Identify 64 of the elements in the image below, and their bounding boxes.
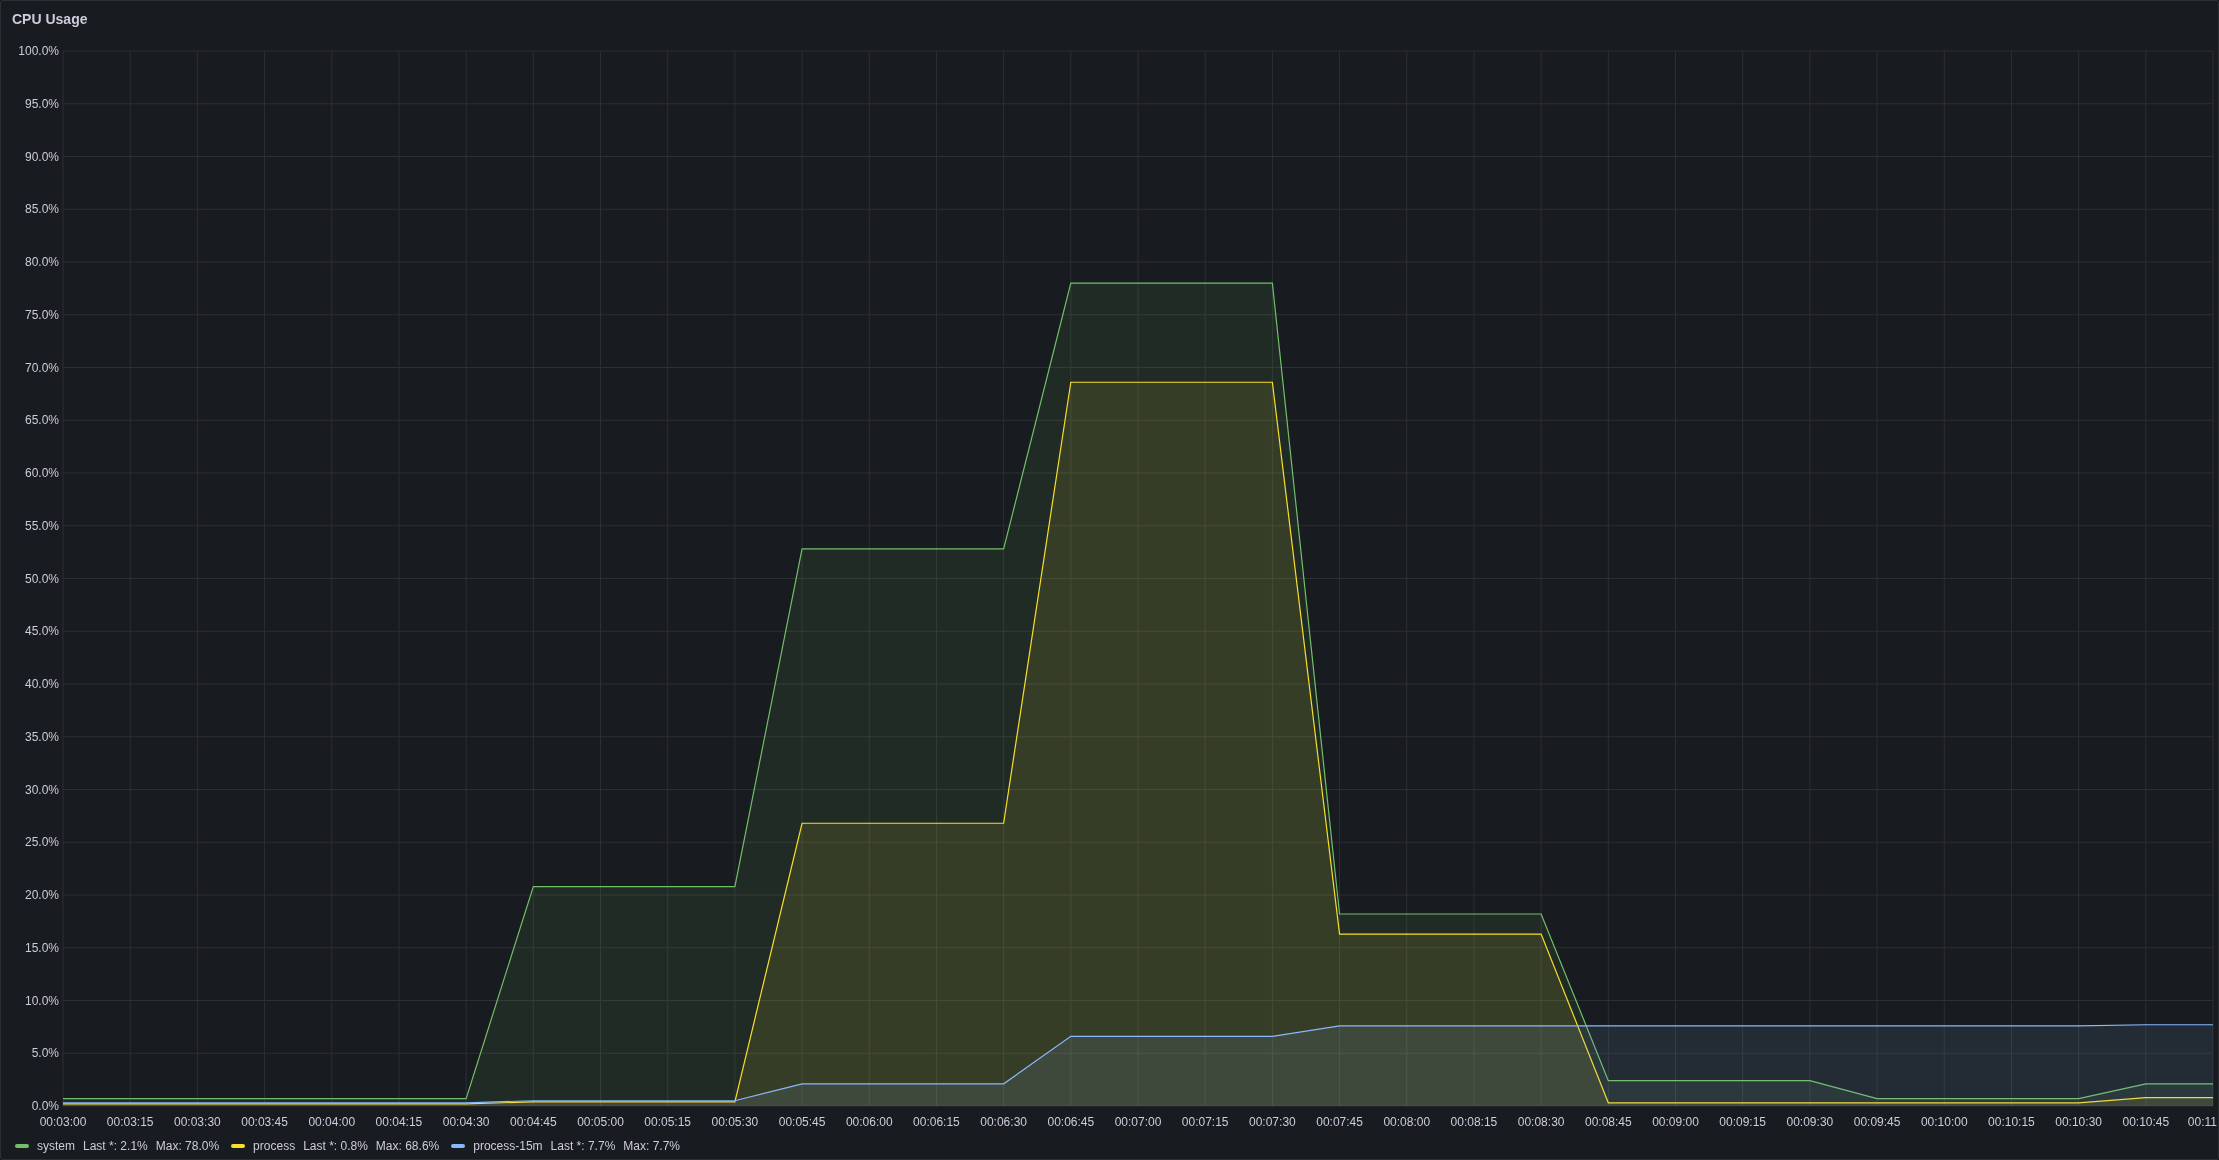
x-axis-label: 00:03:15 xyxy=(106,1115,154,1129)
legend-last-value: Last *: 0.8% xyxy=(303,1139,368,1153)
x-axis-label: 00:09:45 xyxy=(1853,1115,1901,1129)
y-axis-label: 75.0% xyxy=(24,307,59,322)
x-axis-label: 00:05:30 xyxy=(711,1115,759,1129)
x-axis-label: 00:07:15 xyxy=(1181,1115,1229,1129)
x-axis-label: 00:10:00 xyxy=(1920,1115,1968,1129)
x-axis-label: 00:10:45 xyxy=(2122,1115,2170,1129)
x-axis-label: 00:04:45 xyxy=(509,1115,557,1129)
x-axis-label: 00:09:00 xyxy=(1652,1115,1699,1129)
y-axis-label: 70.0% xyxy=(24,360,59,375)
x-axis-label: 00:07:45 xyxy=(1316,1115,1363,1129)
y-axis-label: 55.0% xyxy=(24,518,59,533)
y-axis-label: 0.0% xyxy=(31,1099,59,1113)
x-axis-label: 00:06:15 xyxy=(913,1115,960,1129)
y-axis-label: 10.0% xyxy=(24,993,59,1008)
legend-last-value: Last *: 7.7% xyxy=(550,1139,616,1153)
x-axis-label: 00:09:15 xyxy=(1719,1115,1767,1129)
x-axis-label: 00:03:45 xyxy=(241,1115,288,1129)
x-axis-label: 00:10:15 xyxy=(1988,1115,2035,1129)
y-axis-label: 90.0% xyxy=(24,149,59,164)
y-axis-label: 45.0% xyxy=(24,624,59,639)
y-axis-label: 60.0% xyxy=(24,466,59,480)
legend-max-value: Max: 68.6% xyxy=(375,1139,440,1153)
x-axis-label: 00:07:00 xyxy=(1114,1115,1162,1129)
y-axis-label: 20.0% xyxy=(24,888,59,902)
legend-max-value: Max: 7.7% xyxy=(623,1139,680,1153)
x-axis-label: 00:04:15 xyxy=(375,1115,423,1129)
y-axis-label: 80.0% xyxy=(24,255,59,269)
x-axis-label: 00:08:30 xyxy=(1517,1115,1565,1129)
x-axis-label: 00:05:00 xyxy=(577,1115,624,1129)
x-axis-label: 00:09:30 xyxy=(1786,1115,1834,1129)
x-axis-label: 00:08:45 xyxy=(1584,1115,1632,1129)
x-axis-label: 00:08:15 xyxy=(1450,1115,1498,1129)
legend-series-name[interactable]: system xyxy=(37,1139,75,1153)
x-axis-label: 00:03:30 xyxy=(174,1115,221,1129)
legend-max-value: Max: 78.0% xyxy=(155,1139,220,1153)
x-axis-label: 00:06:45 xyxy=(1047,1115,1095,1129)
y-axis-label: 95.0% xyxy=(24,96,59,111)
x-axis-label: 00:10:30 xyxy=(2055,1115,2102,1129)
x-axis-label: 00:04:00 xyxy=(308,1115,356,1129)
x-axis-label: 00:04:30 xyxy=(442,1115,490,1129)
y-axis-label: 25.0% xyxy=(24,835,59,850)
x-axis-label: 00:08:00 xyxy=(1383,1115,1431,1129)
y-axis-label: 85.0% xyxy=(24,202,59,217)
panel-title: CPU Usage xyxy=(11,10,89,29)
x-axis-label: 00:03:00 xyxy=(39,1115,87,1129)
x-axis-label: 00:05:15 xyxy=(644,1115,692,1129)
x-axis-label: 00:05:45 xyxy=(778,1115,826,1129)
y-axis-label: 5.0% xyxy=(31,1046,59,1061)
x-axis-label: 00:06:00 xyxy=(845,1115,893,1129)
legend-last-value: Last *: 2.1% xyxy=(83,1139,148,1153)
y-axis-label: 35.0% xyxy=(24,729,59,744)
y-axis-label: 65.0% xyxy=(24,413,59,428)
y-axis-label: 40.0% xyxy=(24,677,59,691)
y-axis-label: 30.0% xyxy=(24,782,59,797)
x-axis-label: 00:06:30 xyxy=(980,1115,1027,1129)
legend-series-name[interactable]: process-15m xyxy=(473,1139,543,1153)
y-axis-label: 50.0% xyxy=(24,571,59,586)
y-axis-label: 100.0% xyxy=(18,44,59,58)
y-axis-label: 15.0% xyxy=(24,940,59,955)
legend-series-name[interactable]: process xyxy=(253,1139,296,1153)
x-axis-label: 00:07:30 xyxy=(1249,1115,1296,1129)
x-axis-label: 00:11 xyxy=(2187,1115,2217,1129)
